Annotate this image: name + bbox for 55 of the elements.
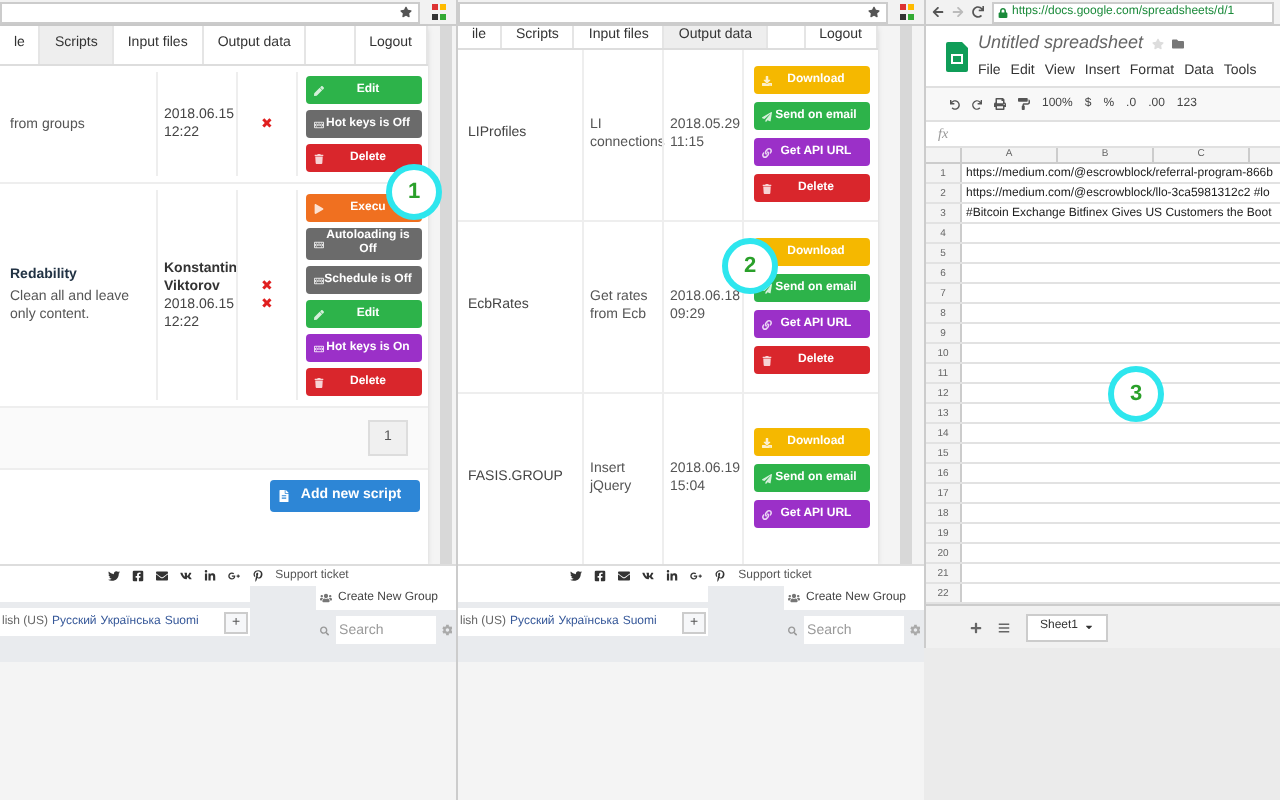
- caret-icon: [1084, 622, 1095, 632]
- group-icon: [788, 592, 800, 604]
- action-icon: [761, 183, 771, 193]
- group-icon: [320, 592, 332, 604]
- action-icon: [313, 153, 323, 163]
- action-icon: [761, 111, 771, 121]
- sheet-list-icon[interactable]: [998, 621, 1010, 633]
- reload-icon[interactable]: [972, 6, 984, 18]
- envelope-icon[interactable]: [155, 570, 168, 582]
- redo-icon[interactable]: [972, 99, 982, 109]
- lock-icon: [998, 7, 1008, 17]
- extension-icon[interactable]: [431, 4, 445, 20]
- back-icon[interactable]: [932, 6, 944, 18]
- folder-icon[interactable]: [1171, 37, 1184, 50]
- pinterest-icon[interactable]: [714, 570, 727, 582]
- action-icon: [313, 343, 323, 353]
- extension-icon[interactable]: [899, 4, 913, 20]
- google-plus-icon[interactable]: [690, 570, 703, 582]
- action-icon: [761, 509, 771, 519]
- spreadsheet-title[interactable]: Untitled spreadsheet: [978, 30, 1144, 57]
- action-icon: [761, 473, 771, 483]
- file-icon: [278, 490, 290, 502]
- action-icon: [761, 75, 771, 85]
- bookmark-star-icon[interactable]: [868, 6, 880, 18]
- facebook-icon[interactable]: [131, 570, 144, 582]
- envelope-icon[interactable]: [618, 570, 631, 582]
- google-plus-icon[interactable]: [227, 570, 240, 582]
- undo-icon[interactable]: [950, 99, 960, 109]
- search-icon: [320, 625, 330, 635]
- facebook-icon[interactable]: [594, 570, 607, 582]
- linkedin-icon[interactable]: [666, 570, 679, 582]
- action-icon: [761, 355, 771, 365]
- action-icon: [761, 319, 771, 329]
- add-sheet-icon[interactable]: [970, 621, 982, 633]
- vk-icon[interactable]: [642, 570, 655, 582]
- action-icon: [761, 147, 771, 157]
- action-icon: [761, 437, 771, 447]
- star-icon[interactable]: [1151, 37, 1164, 50]
- action-icon: [313, 275, 323, 285]
- vk-icon[interactable]: [179, 570, 192, 582]
- bird-icon[interactable]: [107, 570, 120, 582]
- bookmark-star-icon[interactable]: [400, 6, 412, 18]
- linkedin-icon[interactable]: [203, 570, 216, 582]
- action-icon: [313, 239, 323, 249]
- action-icon: [313, 119, 323, 129]
- action-icon: [313, 203, 323, 213]
- pinterest-icon[interactable]: [251, 570, 264, 582]
- action-icon: [313, 85, 323, 95]
- bird-icon[interactable]: [570, 570, 583, 582]
- print-icon[interactable]: [994, 98, 1006, 110]
- action-icon: [313, 309, 323, 319]
- paint-format-icon[interactable]: [1018, 98, 1030, 110]
- search-icon: [788, 625, 798, 635]
- sheets-logo-icon: [946, 41, 968, 71]
- action-icon: [313, 377, 323, 387]
